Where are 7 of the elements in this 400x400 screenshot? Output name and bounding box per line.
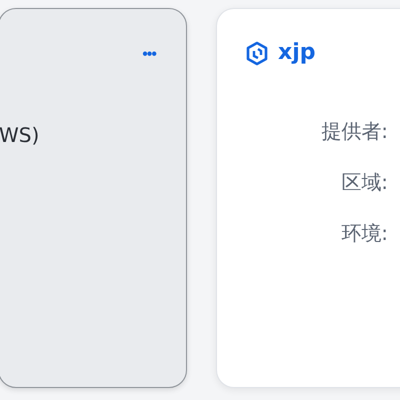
more-menu-button[interactable]: ••• <box>142 45 156 65</box>
field-label: 区域: <box>341 170 388 194</box>
hexagon-logo-icon <box>246 40 268 66</box>
card-title: xjp <box>278 39 316 67</box>
card-text: WS) <box>0 123 40 147</box>
field-label: 环境: <box>341 221 388 245</box>
field-label: 提供者: <box>321 119 388 143</box>
